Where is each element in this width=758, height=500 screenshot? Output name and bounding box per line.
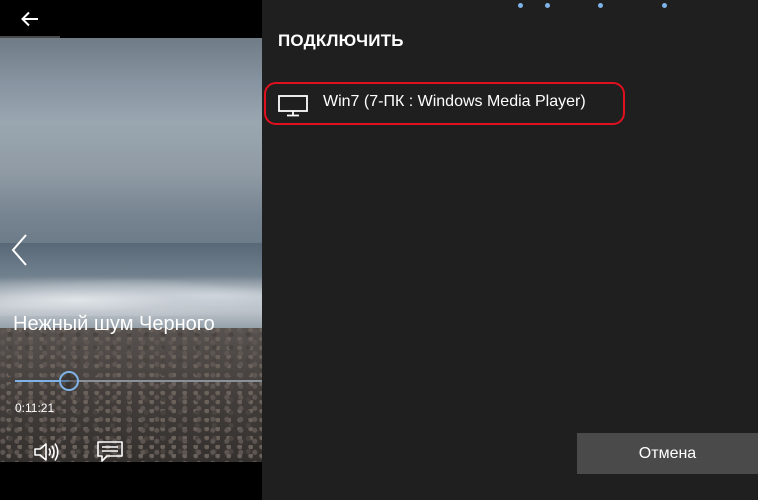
captions-icon [97, 441, 123, 462]
volume-icon [34, 443, 59, 461]
back-arrow-icon [21, 11, 38, 27]
cancel-button[interactable]: Отмена [577, 433, 758, 474]
loading-dots-icon [516, 3, 706, 11]
player-bottom-strip [0, 462, 262, 500]
device-item-win7[interactable]: Win7 (7-ПК : Windows Media Player) [264, 82, 625, 125]
chevron-left-icon [11, 234, 27, 266]
progress-thumb[interactable] [59, 371, 79, 391]
video-player: Нежный шум Черного 0:11:21 [0, 0, 262, 500]
progress-bar[interactable] [15, 380, 262, 382]
app-window: Нежный шум Черного 0:11:21 ПОДКЛЮЧИТЬ Wi… [0, 0, 758, 500]
loading-dot [598, 3, 603, 8]
flyout-header: ПОДКЛЮЧИТЬ [278, 31, 404, 50]
loading-dot [518, 3, 523, 8]
title-bar [0, 0, 262, 39]
monitor-icon [278, 95, 308, 117]
loading-dot [545, 3, 550, 8]
video-frame [0, 38, 262, 462]
back-button[interactable] [8, 4, 52, 34]
connect-flyout: ПОДКЛЮЧИТЬ Win7 (7-ПК : Windows Media Pl… [262, 0, 758, 500]
device-label: Win7 (7-ПК : Windows Media Player) [323, 93, 586, 110]
previous-button[interactable] [8, 232, 32, 268]
current-time: 0:11:21 [15, 401, 55, 415]
wave-foam [0, 276, 262, 316]
media-title: Нежный шум Черного [13, 313, 215, 335]
loading-dot [662, 3, 667, 8]
